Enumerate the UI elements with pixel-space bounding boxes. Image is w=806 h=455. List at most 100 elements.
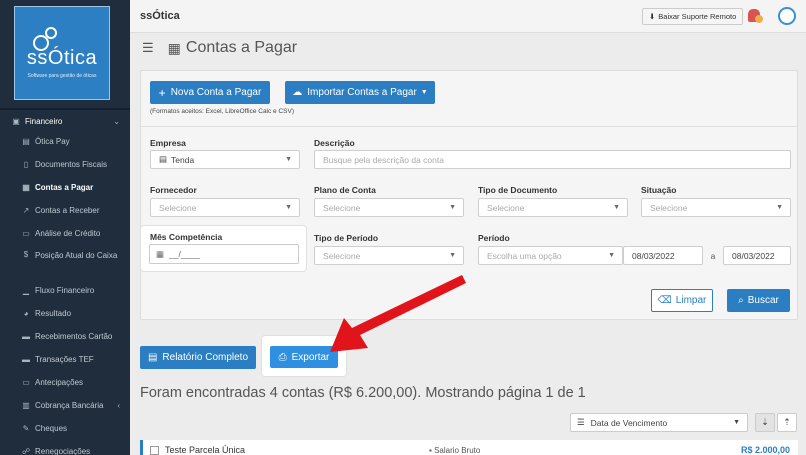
sidebar-nav: ▣ Financeiro ⌄ ▤ Ótica Pay ▯ Documentos … [0, 112, 130, 455]
bank-icon: ▥ [22, 401, 30, 410]
caret-down-icon: ▼ [420, 89, 428, 96]
table-row[interactable]: Teste Parcela Única ▪ Salario Bruto R$ 2… [140, 440, 798, 455]
document-icon: ▯ [23, 160, 29, 169]
descricao-label: Descrição [314, 138, 355, 148]
caret-down-icon: ▼ [613, 204, 620, 211]
clear-label: Limpar [675, 295, 707, 306]
table-icon: ▦ [22, 183, 30, 192]
sidebar-item-label: Recebimentos Cartão [35, 332, 113, 341]
date-to-value: 08/03/2022 [732, 250, 775, 261]
sidebar-item-label: Renegociações [35, 447, 91, 455]
table-icon: ▦ [167, 39, 181, 56]
date-from-input[interactable]: 08/03/2022 [623, 246, 703, 265]
full-report-button[interactable]: ▤ Relatório Completo [140, 346, 256, 369]
sort-desc-icon: ⇡ [783, 417, 791, 427]
row-category: ▪ Salario Bruto [429, 446, 480, 455]
chart-line-icon: ↗ [22, 206, 30, 215]
import-bills-button[interactable]: ☁ Importar Contas a Pagar ▼ [285, 81, 435, 104]
download-icon: ⬇ [649, 12, 656, 21]
remote-support-button[interactable]: ⬇ Baixar Suporte Remoto [642, 8, 744, 25]
printer-icon: ⎙ [278, 351, 287, 363]
sort-descending-button[interactable]: ⇡ [777, 413, 797, 432]
sidebar-item-label: Antecipações [35, 378, 84, 387]
document-icon: ▤ [147, 352, 158, 363]
plano-value: Selecione [323, 202, 361, 213]
empresa-select[interactable]: ▤ Tenda ▼ [150, 150, 300, 169]
sidebar-item-label: Posição Atual do Caixa [35, 251, 118, 260]
import-bills-label: Importar Contas a Pagar [307, 87, 417, 98]
building-icon: ▤ [159, 154, 168, 164]
clear-button[interactable]: ⌫ Limpar [651, 289, 713, 312]
sidebar-item-renegociacoes[interactable]: ☍ Renegociações [0, 440, 130, 455]
sidebar-divider [0, 108, 130, 110]
plano-select[interactable]: Selecione ▼ [314, 198, 464, 217]
results-summary: Foram encontradas 4 contas (R$ 6.200,00)… [140, 385, 586, 401]
caret-down-icon: ▼ [776, 204, 783, 211]
mes-competencia-highlight: Mês Competência ▦ __/____ [141, 226, 306, 271]
calendar-icon: ▦ [156, 248, 165, 259]
sidebar-item-label: Transações TEF [35, 355, 94, 364]
new-bill-label: Nova Conta a Pagar [170, 87, 262, 98]
sidebar-item-label: Análise de Crédito [35, 229, 101, 238]
search-label: Buscar [747, 295, 779, 306]
periodo-select[interactable]: Escolha uma opção ▼ [478, 246, 623, 265]
sidebar-item-label: Fluxo Financeiro [35, 286, 95, 295]
menu-toggle-icon[interactable]: ☰ [142, 40, 154, 56]
sort-select[interactable]: ☰ Data de Vencimento ▼ [570, 413, 748, 432]
export-button[interactable]: ⎙ Exportar [270, 346, 338, 368]
descricao-input[interactable]: Busque pela descrição da conta [314, 150, 791, 169]
sort-asc-icon: ⇣ [761, 417, 769, 427]
sidebar-item-recebimentos-cartao[interactable]: ▬ Recebimentos Cartão [0, 325, 130, 348]
sidebar-item-cobranca-bancaria[interactable]: ▥ Cobrança Bancária ‹ [0, 394, 130, 417]
row-checkbox[interactable] [150, 446, 159, 455]
sidebar-item-documentos-fiscais[interactable]: ▯ Documentos Fiscais [0, 153, 130, 176]
row-name: Teste Parcela Única [165, 445, 246, 455]
sidebar: ssÓtica Software para gestão de óticas ▣… [0, 0, 130, 455]
sidebar-item-antecipacoes[interactable]: ▭ Antecipações [0, 371, 130, 394]
sort-ascending-button[interactable]: ⇣ [755, 413, 775, 432]
sidebar-section-label: Financeiro [25, 116, 63, 126]
sidebar-item-analise-de-credito[interactable]: ▭ Análise de Crédito [0, 222, 130, 245]
date-to-input[interactable]: 08/03/2022 [723, 246, 791, 265]
sidebar-section-financeiro[interactable]: ▣ Financeiro ⌄ [0, 112, 130, 130]
card-icon: ▬ [22, 332, 30, 341]
periodo-label: Período [478, 233, 510, 243]
card-divider [141, 126, 797, 127]
check-icon: ✎ [22, 424, 30, 433]
tipo-documento-select[interactable]: Selecione ▼ [478, 198, 628, 217]
page-header: ☰ ▦ Contas a Pagar [130, 33, 806, 63]
topbar-logo[interactable]: ssÓtica [140, 10, 180, 22]
search-button[interactable]: ⌕ Buscar [727, 289, 790, 312]
remote-support-label: Baixar Suporte Remoto [658, 12, 737, 21]
periodo-value: Escolha uma opção [487, 250, 562, 261]
mes-competencia-label: Mês Competência [150, 232, 223, 242]
sidebar-item-otica-pay[interactable]: ▤ Ótica Pay [0, 130, 130, 153]
sidebar-item-fluxo-financeiro[interactable]: ▁ Fluxo Financeiro [0, 279, 130, 302]
page-title: Contas a Pagar [185, 39, 298, 56]
tipo-documento-value: Selecione [487, 202, 525, 213]
mes-competencia-input[interactable]: ▦ __/____ [149, 244, 299, 264]
handshake-icon: ☍ [21, 447, 31, 455]
export-label: Exportar [291, 351, 330, 363]
new-bill-button[interactable]: + Nova Conta a Pagar [150, 81, 270, 104]
sidebar-item-contas-a-receber[interactable]: ↗ Contas a Receber [0, 199, 130, 222]
fornecedor-select[interactable]: Selecione ▼ [150, 198, 300, 217]
sidebar-item-contas-a-pagar[interactable]: ▦ Contas a Pagar [0, 176, 130, 199]
situacao-select[interactable]: Selecione ▼ [641, 198, 791, 217]
caret-down-icon: ▼ [285, 156, 292, 163]
user-avatar[interactable] [778, 7, 796, 25]
sidebar-item-transacoes-tef[interactable]: ▬ Transações TEF [0, 348, 130, 371]
card-forward-icon: ▭ [22, 378, 30, 387]
sidebar-item-cheques[interactable]: ✎ Cheques [0, 417, 130, 440]
sidebar-item-posicao-atual-do-caixa[interactable]: $ Posição Atual do Caixa [0, 245, 130, 279]
tipo-periodo-select[interactable]: Selecione ▼ [314, 246, 464, 265]
money-icon: ▣ [12, 116, 20, 126]
caret-down-icon: ▼ [449, 252, 456, 259]
sidebar-item-resultado[interactable]: ◕ Resultado [0, 302, 130, 325]
date-from-value: 08/03/2022 [632, 250, 675, 261]
full-report-label: Relatório Completo [162, 352, 249, 363]
plano-label: Plano de Conta [314, 185, 376, 195]
date-range-separator: a [710, 250, 716, 261]
app-logo[interactable]: ssÓtica Software para gestão de óticas [14, 6, 110, 100]
top-bar: ssÓtica ⬇ Baixar Suporte Remoto [130, 0, 806, 33]
